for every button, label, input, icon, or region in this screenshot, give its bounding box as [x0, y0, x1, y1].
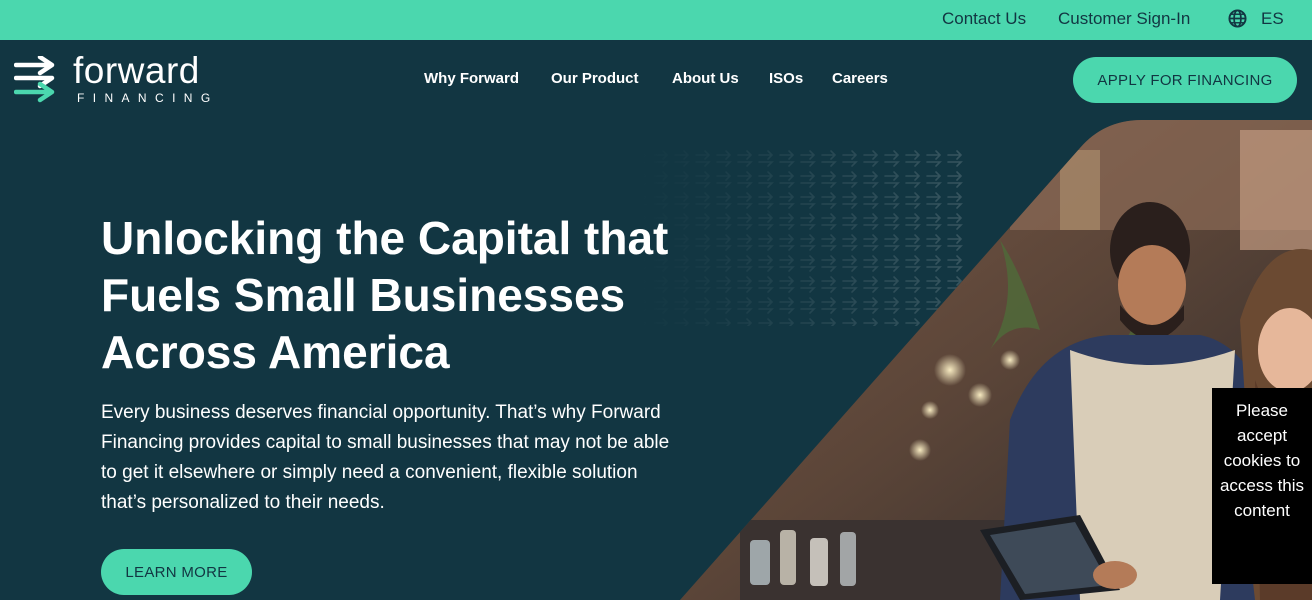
- hero-description: Every business deserves financial opport…: [101, 402, 670, 513]
- double-arrow-logo-icon[interactable]: [14, 56, 60, 104]
- contact-us-link[interactable]: Contact Us: [942, 9, 1026, 29]
- logo-subtitle: FINANCING: [77, 91, 219, 105]
- customer-sign-in-link[interactable]: Customer Sign-In: [1058, 9, 1190, 29]
- nav-our-product[interactable]: Our Product: [551, 70, 639, 87]
- nav-isos[interactable]: ISOs: [769, 70, 803, 87]
- nav-why-forward[interactable]: Why Forward: [424, 70, 519, 87]
- language-toggle[interactable]: ES: [1261, 9, 1284, 29]
- learn-more-button[interactable]: LEARN MORE: [101, 549, 252, 595]
- main-header: forward FINANCING Why Forward Our Produc…: [0, 40, 1312, 120]
- utility-bar: Contact Us Customer Sign-In ES: [0, 0, 1312, 40]
- nav-about-us[interactable]: About Us: [672, 70, 739, 87]
- cookie-consent-notice[interactable]: Please accept cookies to access this con…: [1212, 388, 1312, 584]
- globe-icon[interactable]: [1228, 9, 1247, 28]
- apply-for-financing-button[interactable]: APPLY FOR FINANCING: [1073, 57, 1297, 103]
- hero-title: Unlocking the Capital that Fuels Small B…: [101, 212, 669, 378]
- logo-wordmark[interactable]: forward: [73, 50, 200, 92]
- nav-careers[interactable]: Careers: [832, 70, 888, 87]
